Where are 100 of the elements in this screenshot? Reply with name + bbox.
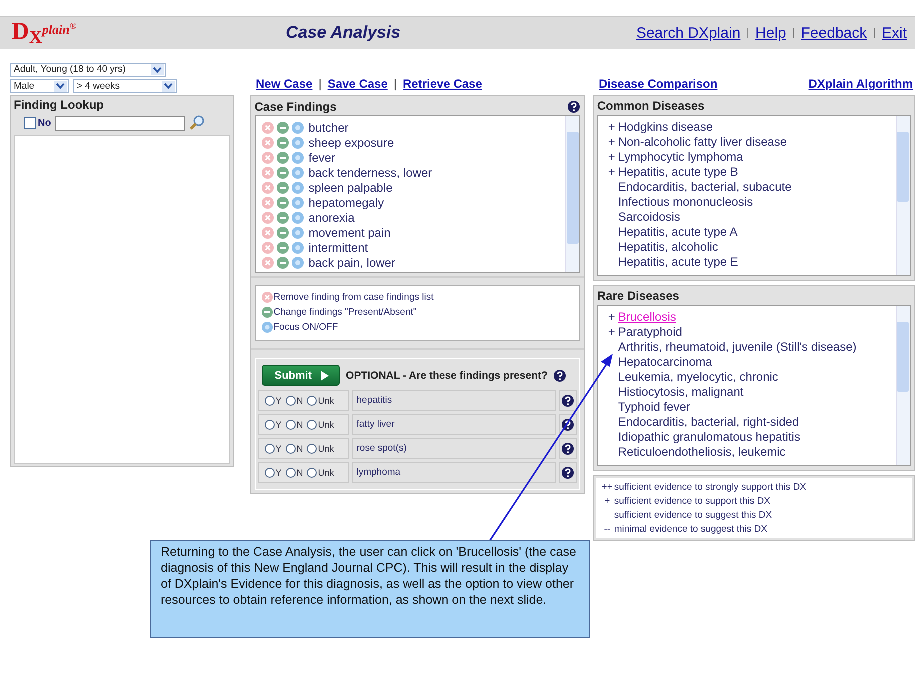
separator: | [873, 27, 876, 39]
disease-link[interactable]: Non-alcoholic fatty liver disease [618, 135, 788, 150]
disease-link[interactable]: Paratyphoid [618, 325, 682, 340]
finding-item[interactable]: butcher [308, 120, 349, 134]
disease-link[interactable]: Endocarditis, bacterial, subacute [618, 180, 792, 195]
help-icon[interactable] [554, 370, 566, 382]
disease-link[interactable]: Leukemia, myelocytic, chronic [618, 370, 778, 385]
help-icon[interactable] [562, 418, 574, 430]
radio-button[interactable] [264, 468, 275, 478]
focus-icon[interactable] [292, 122, 304, 134]
disease-link[interactable]: Arthritis, rheumatoid, juvenile (Still's disease) [618, 340, 857, 355]
minus-icon[interactable] [276, 242, 289, 254]
minus-icon[interactable] [276, 256, 289, 268]
remove-icon[interactable] [262, 136, 274, 148]
remove-icon[interactable] [262, 122, 274, 134]
minus-icon[interactable] [276, 122, 289, 134]
scrollbar[interactable] [896, 306, 910, 465]
radio-button[interactable] [264, 444, 275, 454]
finding-search-field[interactable] [55, 116, 186, 130]
help-icon[interactable] [562, 442, 574, 454]
case-link[interactable]: Save Case [328, 77, 388, 91]
minus-icon[interactable] [276, 226, 289, 238]
minus-icon[interactable] [276, 152, 289, 164]
finding-item[interactable]: sheep exposure [308, 136, 394, 150]
disease-comparison-link[interactable]: Disease Comparison [599, 77, 718, 95]
disease-link[interactable]: Hodgkins disease [618, 120, 714, 135]
remove-icon[interactable] [262, 256, 274, 268]
focus-icon[interactable] [292, 212, 304, 224]
disease-link[interactable]: Sarcoidosis [618, 210, 680, 225]
disease-link[interactable]: Hepatocarcinoma [618, 355, 712, 370]
focus-icon[interactable] [292, 136, 304, 148]
radio-button[interactable] [286, 420, 296, 430]
no-checkbox[interactable] [24, 117, 36, 129]
remove-icon[interactable] [262, 166, 274, 178]
disease-link[interactable]: Hepatitis, acute type E [618, 255, 738, 270]
panel-title: Common Diseases [597, 99, 706, 115]
help-icon[interactable] [568, 101, 580, 113]
remove-icon[interactable] [262, 182, 274, 194]
focus-icon[interactable] [292, 166, 304, 178]
submit-button[interactable]: Submit [262, 365, 340, 386]
radio-button[interactable] [307, 468, 318, 478]
minus-icon[interactable] [276, 166, 289, 178]
finding-item[interactable]: intermittent [308, 240, 368, 254]
remove-icon[interactable] [262, 212, 274, 224]
disease-link[interactable]: Idiopathic granulomatous hepatitis [618, 430, 800, 445]
minus-icon[interactable] [276, 212, 289, 224]
help-icon[interactable] [562, 394, 574, 406]
scrollbar[interactable] [565, 116, 580, 272]
disease-link[interactable]: Brucellosis [618, 310, 676, 325]
focus-icon[interactable] [292, 256, 304, 268]
scrollbar[interactable] [896, 116, 910, 275]
finding-item[interactable]: back pain, lower [308, 256, 396, 270]
disease-link[interactable]: Typhoid fever [618, 400, 690, 415]
header-link[interactable]: Feedback [801, 24, 868, 42]
minus-icon[interactable] [276, 196, 289, 208]
sex-select[interactable]: Male [10, 79, 69, 93]
header-link[interactable]: Exit [882, 24, 907, 42]
radio-button[interactable] [307, 420, 318, 430]
radio-button[interactable] [286, 444, 296, 454]
help-icon[interactable] [562, 466, 574, 478]
remove-icon[interactable] [262, 242, 274, 254]
finding-item[interactable]: hepatomegaly [308, 196, 384, 210]
remove-icon[interactable] [262, 226, 274, 238]
disease-link[interactable]: Hepatitis, acute type B [618, 165, 738, 180]
header-link[interactable]: Search DXplain [636, 24, 741, 42]
minus-icon[interactable] [276, 182, 289, 194]
disease-link[interactable]: Hepatitis, alcoholic [618, 240, 718, 255]
header-link[interactable]: Help [756, 24, 786, 42]
radio-button[interactable] [307, 396, 318, 406]
radio-button[interactable] [264, 396, 275, 406]
radio-button[interactable] [286, 468, 296, 478]
finding-item[interactable]: back tenderness, lower [308, 166, 432, 180]
finding-item[interactable]: anorexia [308, 210, 355, 224]
disease-link[interactable]: Lymphocytic lymphoma [618, 150, 744, 165]
finding-item[interactable]: fever [308, 150, 336, 164]
duration-select[interactable]: > 4 weeks [73, 79, 177, 93]
disease-link[interactable]: Hepatitis, acute type A [618, 225, 738, 240]
disease-link[interactable]: Endocarditis, bacterial, right-sided [618, 415, 800, 430]
focus-icon[interactable] [292, 226, 304, 238]
focus-icon[interactable] [292, 152, 304, 164]
focus-icon[interactable] [292, 196, 304, 208]
legend-text: Remove finding from case findings list [274, 292, 434, 303]
finding-item[interactable]: movement pain [308, 226, 391, 240]
finding-item[interactable]: spleen palpable [308, 180, 393, 194]
remove-icon[interactable] [262, 152, 274, 164]
search-icon[interactable] [189, 115, 206, 131]
age-select[interactable]: Adult, Young (18 to 40 yrs) [10, 62, 166, 76]
disease-link[interactable]: Histiocytosis, malignant [618, 385, 744, 400]
radio-button[interactable] [286, 396, 296, 406]
minus-icon[interactable] [276, 136, 289, 148]
disease-link[interactable]: Reticuloendotheliosis, leukemic [618, 445, 786, 460]
focus-icon[interactable] [292, 182, 304, 194]
case-link[interactable]: Retrieve Case [403, 77, 482, 91]
radio-button[interactable] [264, 420, 275, 430]
case-link[interactable]: New Case [256, 77, 313, 91]
remove-icon[interactable] [262, 196, 274, 208]
algorithm-link[interactable]: DXplain Algorithm [808, 77, 913, 95]
focus-icon[interactable] [292, 242, 304, 254]
radio-button[interactable] [307, 444, 318, 454]
disease-link[interactable]: Infectious mononucleosis [618, 195, 754, 210]
